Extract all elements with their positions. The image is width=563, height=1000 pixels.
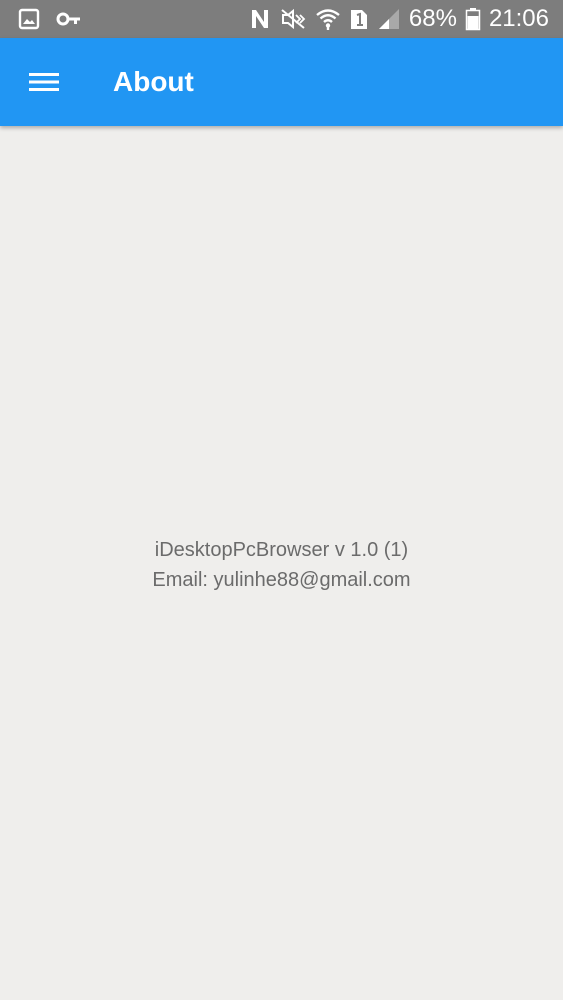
app-version-text: iDesktopPcBrowser v 1.0 (1)	[154, 539, 409, 561]
nfc-icon	[249, 7, 271, 31]
status-bar: 68% 21:06	[0, 0, 563, 38]
mute-icon	[279, 7, 307, 31]
about-info: iDesktopPcBrowser v 1.0 (1) Email: yulin…	[0, 535, 563, 595]
hamburger-menu-icon	[29, 71, 59, 93]
clock: 21:06	[488, 5, 549, 32]
about-content: iDesktopPcBrowser v 1.0 (1) Email: yulin…	[0, 126, 563, 1000]
page-title: About	[113, 66, 194, 97]
contact-email-text: Email: yulinhe88@gmail.com	[152, 569, 411, 591]
signal-icon	[377, 7, 401, 31]
sim-1-icon	[349, 7, 369, 31]
status-bar-left	[18, 8, 82, 30]
menu-button[interactable]	[18, 60, 70, 104]
app-bar: About	[0, 38, 563, 126]
key-icon	[56, 8, 82, 30]
status-bar-right: 68% 21:06	[249, 4, 549, 34]
battery-percent: 68%	[408, 5, 457, 32]
image-icon	[18, 8, 40, 30]
wifi-icon	[315, 7, 341, 31]
battery-icon	[465, 7, 481, 31]
